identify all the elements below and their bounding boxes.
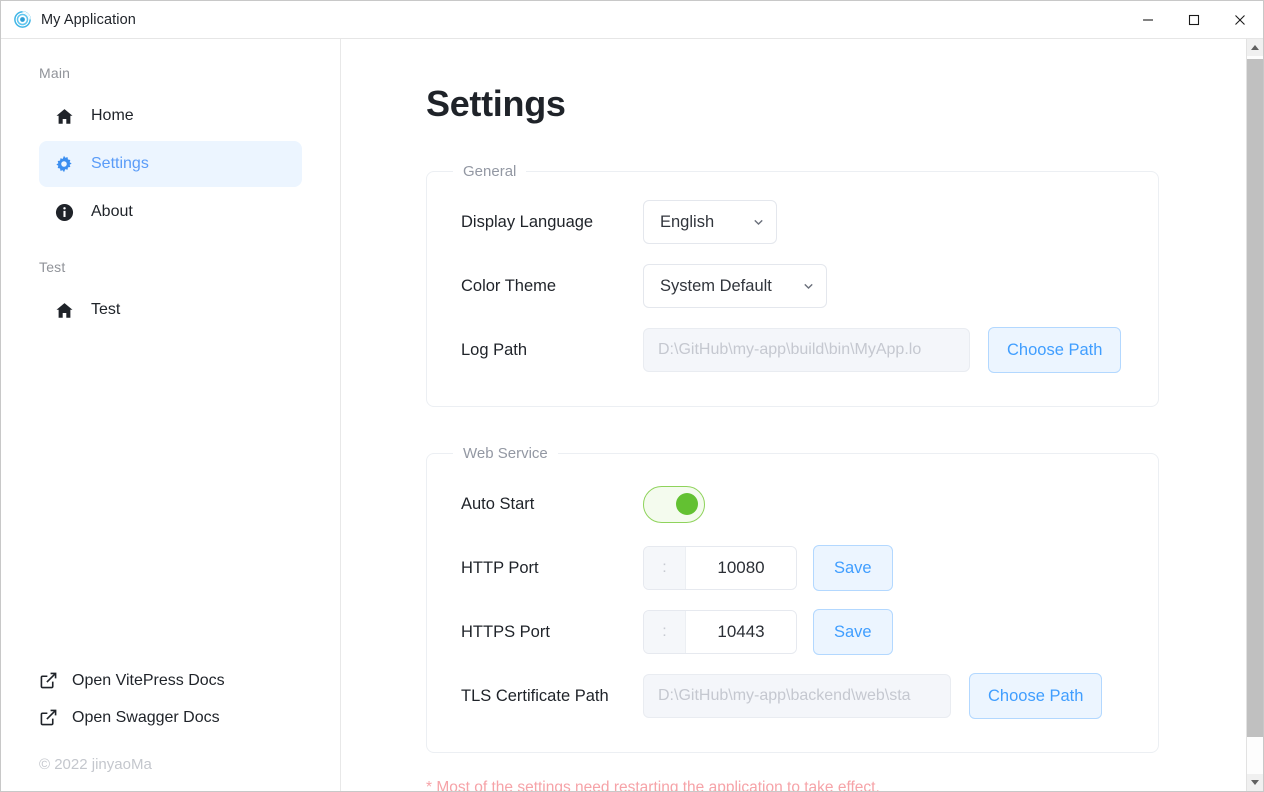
row-label: HTTPS Port — [461, 622, 550, 641]
scrollbar-track[interactable] — [1247, 56, 1263, 774]
log-path-input[interactable] — [643, 328, 970, 372]
external-link-icon — [38, 672, 58, 689]
scroll-up-button[interactable] — [1247, 39, 1263, 56]
scroll-down-button[interactable] — [1247, 774, 1263, 791]
sidebar-item-label: Settings — [91, 155, 149, 172]
home-icon — [53, 301, 75, 320]
spiral-logo-icon — [14, 11, 31, 28]
copyright-text: © 2022 jinyaoMa — [39, 756, 152, 773]
sidebar-group-label-main: Main — [39, 65, 71, 81]
row-auto-start: Auto Start — [427, 472, 1158, 536]
row-log-path: Log Path Choose Path — [427, 318, 1158, 382]
color-theme-select[interactable]: System Default — [643, 264, 827, 308]
sidebar-item-label: About — [91, 203, 133, 220]
page-title: Settings — [426, 83, 566, 124]
row-label: Auto Start — [461, 494, 535, 513]
main-content: Settings General Display Language Englis… — [341, 39, 1263, 791]
info-circle-icon — [53, 203, 75, 222]
https-port-input[interactable] — [686, 611, 796, 653]
row-display-language: Display Language English — [427, 190, 1158, 254]
vertical-scrollbar[interactable] — [1246, 39, 1263, 791]
minimize-icon[interactable] — [1125, 1, 1171, 39]
window-controls — [1125, 1, 1263, 39]
sidebar: Main Home Settings About Test Test Open … — [1, 39, 341, 791]
sidebar-item-settings[interactable]: Settings — [39, 141, 302, 187]
row-label: Display Language — [461, 212, 594, 231]
sidebar-nav: Main Home Settings About Test Test — [1, 39, 340, 662]
sidebar-item-about[interactable]: About — [39, 189, 302, 235]
row-color-theme: Color Theme System Default — [427, 254, 1158, 318]
sidebar-item-label: Test — [91, 301, 121, 318]
footer-link-label: Open VitePress Docs — [72, 671, 225, 689]
sidebar-item-home[interactable]: Home — [39, 93, 302, 139]
app-window: My Application Main Home Settings About … — [0, 0, 1264, 792]
tls-certificate-path-input[interactable] — [643, 674, 951, 718]
restart-note: * Most of the settings need restarting t… — [426, 779, 880, 791]
maximize-icon[interactable] — [1171, 1, 1217, 39]
row-label: Color Theme — [461, 276, 557, 295]
scrollbar-thumb[interactable] — [1247, 59, 1263, 737]
auto-start-toggle[interactable] — [643, 485, 705, 523]
row-http-port: HTTP Port : Save — [427, 536, 1158, 600]
section-legend-web-service: Web Service — [463, 445, 548, 462]
section-legend-general: General — [463, 163, 517, 180]
display-language-select[interactable]: English — [643, 200, 777, 244]
gear-icon — [53, 155, 75, 173]
footer-link-label: Open Swagger Docs — [72, 708, 220, 726]
sidebar-group-label-test: Test — [39, 259, 66, 275]
toggle-knob — [676, 493, 698, 515]
open-swagger-docs-link[interactable]: Open Swagger Docs — [1, 699, 340, 736]
https-port-save-button[interactable]: Save — [813, 609, 893, 655]
row-https-port: HTTPS Port : Save — [427, 600, 1158, 664]
window-body: Main Home Settings About Test Test Open … — [1, 39, 1263, 791]
http-port-input[interactable] — [686, 547, 796, 589]
sidebar-item-label: Home — [91, 107, 134, 124]
log-path-choose-path-button[interactable]: Choose Path — [988, 327, 1122, 373]
open-vitepress-docs-link[interactable]: Open VitePress Docs — [1, 662, 340, 699]
sidebar-footer: Open VitePress Docs Open Swagger Docs © … — [1, 662, 340, 791]
close-icon[interactable] — [1217, 1, 1263, 39]
http-port-save-button[interactable]: Save — [813, 545, 893, 591]
arrow-up-icon — [1251, 45, 1259, 50]
row-tls-certificate-path: TLS Certificate Path Choose Path — [427, 664, 1158, 728]
section-web-service: Web Service Auto Start HTTP Port : 10080… — [426, 445, 1159, 753]
window-title: My Application — [41, 11, 136, 28]
section-general: General Display Language English Color T… — [426, 163, 1159, 407]
external-link-icon — [38, 709, 58, 726]
https-port-prefix: : — [644, 611, 686, 653]
arrow-down-icon — [1251, 780, 1259, 785]
row-label: TLS Certificate Path — [461, 686, 609, 705]
title-bar: My Application — [1, 1, 1263, 39]
tls-certificate-choose-path-button[interactable]: Choose Path — [969, 673, 1103, 719]
http-port-prefix: : — [644, 547, 686, 589]
sidebar-item-test[interactable]: Test — [39, 287, 302, 333]
home-icon — [53, 107, 75, 126]
row-label: HTTP Port — [461, 558, 539, 577]
row-label: Log Path — [461, 340, 528, 359]
